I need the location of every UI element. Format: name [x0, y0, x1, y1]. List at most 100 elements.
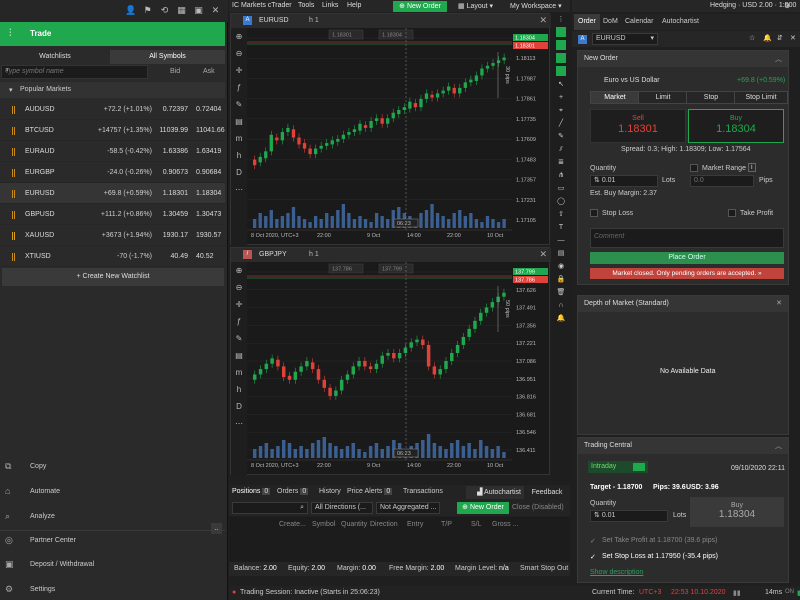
- d1-icon[interactable]: D: [231, 164, 247, 181]
- positions-search-input[interactable]: ⌕: [232, 502, 308, 514]
- market-row[interactable]: XTIUSD -70 (-1.7%) 40.49 40.52: [0, 246, 225, 267]
- order-symbol-select[interactable]: EURUSD ▾: [592, 33, 658, 45]
- tc-show-description[interactable]: Show description: [590, 569, 643, 576]
- tc-sl-check-icon[interactable]: ✓: [590, 553, 596, 561]
- positions-column-header[interactable]: Entry: [407, 521, 423, 528]
- lock-icon[interactable]: 🔒: [551, 273, 571, 286]
- market-ask[interactable]: 0.90684: [196, 169, 225, 176]
- chart-gbpjpy[interactable]: / GBPJPY h 1 ✕ ⊕ ⊖ ✛ ƒ ✎ ▤ m h D ⋯ 137.7…: [230, 247, 551, 476]
- market-row[interactable]: EURAUD -58.5 (-0.42%) 1.63386 1.63419: [0, 141, 225, 162]
- tc-tp-check-icon[interactable]: ✓: [590, 537, 596, 545]
- notification-icon[interactable]: ⚑: [142, 5, 153, 16]
- market-ask[interactable]: 40.52: [196, 253, 225, 260]
- search-input[interactable]: Type symbol name ⌕: [1, 65, 148, 79]
- zoom-in-icon[interactable]: ⊕: [231, 262, 247, 279]
- positions-tab[interactable]: Transactions: [403, 488, 443, 495]
- zoom-out-icon[interactable]: ⊖: [231, 45, 247, 62]
- drag-handle-icon[interactable]: [12, 127, 15, 135]
- nav-item[interactable]: ◎ Partner Center: [0, 530, 225, 552]
- drawing-icon[interactable]: ✎: [231, 330, 247, 347]
- line-icon[interactable]: ╱: [551, 117, 571, 130]
- green-square-icon[interactable]: [551, 65, 571, 78]
- positions-column-header[interactable]: T/P: [441, 521, 452, 528]
- market-bid[interactable]: 11039.99: [154, 127, 188, 134]
- pen-icon[interactable]: ✎: [551, 130, 571, 143]
- new-order-button[interactable]: ⊕ New Order: [457, 502, 509, 514]
- template-icon[interactable]: ▤: [231, 347, 247, 364]
- strip-top-icon[interactable]: ⋮: [551, 13, 571, 26]
- info-icon[interactable]: i: [748, 163, 756, 172]
- market-bid[interactable]: 0.72397: [154, 106, 188, 113]
- channel-icon[interactable]: ⫽: [551, 143, 571, 156]
- nav-item[interactable]: ⌕ Analyze: [0, 506, 225, 528]
- drawing-icon[interactable]: ✎: [231, 96, 247, 113]
- chart-symbol[interactable]: GBPJPY: [259, 251, 287, 258]
- user-icon[interactable]: 👤: [125, 5, 136, 16]
- sync-icon[interactable]: ⇵: [777, 34, 783, 42]
- more-icon[interactable]: ⋯: [231, 181, 247, 198]
- chart-link-badge[interactable]: /: [243, 250, 252, 259]
- market-bid[interactable]: 1930.17: [154, 232, 188, 239]
- take-profit-checkbox[interactable]: [728, 209, 736, 217]
- close-icon[interactable]: ✕: [776, 299, 782, 307]
- positions-column-header[interactable]: Gross ...: [492, 521, 518, 528]
- tc-quantity-input[interactable]: ⇅ 0.01: [590, 510, 668, 522]
- new-order-header[interactable]: New Order ︿: [578, 51, 788, 67]
- pitchfork-icon[interactable]: ⋔: [551, 169, 571, 182]
- tc-period[interactable]: Intraday: [588, 461, 648, 473]
- sell-button[interactable]: Sell 1.18301: [590, 109, 686, 143]
- market-ask[interactable]: 0.72404: [196, 106, 225, 113]
- grid-icon[interactable]: ▦: [176, 5, 187, 16]
- pointer-icon[interactable]: ↖: [551, 78, 571, 91]
- bell-icon[interactable]: 🔔: [763, 34, 772, 42]
- drag-handle-icon[interactable]: [12, 232, 15, 240]
- market-row[interactable]: XAUUSD +3673 (+1.94%) 1930.17 1930.57: [0, 225, 225, 246]
- green-square-icon[interactable]: [551, 39, 571, 52]
- green-square-icon[interactable]: [551, 26, 571, 39]
- positions-tab[interactable]: Price Alerts 0: [347, 488, 393, 495]
- market-bid[interactable]: 1.18301: [154, 190, 188, 197]
- tab-dom[interactable]: DoM: [599, 14, 622, 30]
- stop-loss-checkbox[interactable]: [590, 209, 598, 217]
- m1-icon[interactable]: m: [231, 364, 247, 381]
- order-type-stop[interactable]: Stop: [686, 91, 736, 104]
- tab-order[interactable]: Order: [574, 14, 600, 30]
- indicator-icon[interactable]: ƒ: [231, 313, 247, 330]
- zoom-in-icon[interactable]: ⊕: [231, 28, 247, 45]
- m1-icon[interactable]: m: [231, 130, 247, 147]
- chart-plot[interactable]: 137.761137.626137.491137.356137.221137.0…: [247, 262, 550, 476]
- positions-tab[interactable]: Orders 0: [277, 488, 309, 495]
- chart-timeframe[interactable]: h 1: [309, 17, 319, 24]
- menu-help[interactable]: Help: [347, 2, 361, 9]
- cross-icon[interactable]: ⌖: [551, 104, 571, 117]
- settings-icon[interactable]: ⚙: [784, 2, 790, 10]
- positions-tab[interactable]: Positions 0: [232, 488, 271, 495]
- market-row[interactable]: EURGBP -24.0 (-0.26%) 0.90673 0.90684: [0, 162, 225, 183]
- positions-column-header[interactable]: Quantity: [341, 521, 367, 528]
- positions-column-header[interactable]: Create...: [279, 521, 306, 528]
- market-bid[interactable]: 1.63386: [154, 148, 188, 155]
- buy-button[interactable]: Buy 1.18304: [688, 109, 784, 143]
- nav-item[interactable]: ⧉ Copy: [0, 456, 225, 478]
- feedback-button[interactable]: Feedback: [525, 486, 569, 499]
- chart-eurusd[interactable]: A EURUSD h 1 ✕ ⊕ ⊖ ✛ ƒ ✎ ▤ m h D ⋯ 1.182…: [230, 13, 551, 246]
- tab-watchlists[interactable]: Watchlists: [0, 50, 110, 64]
- link-badge[interactable]: A: [578, 35, 587, 44]
- h1-icon[interactable]: h: [231, 147, 247, 164]
- close-icon[interactable]: ✕: [210, 5, 221, 16]
- positions-column-header[interactable]: S/L: [471, 521, 482, 528]
- market-bid[interactable]: 40.49: [154, 253, 188, 260]
- autochartist-button[interactable]: ▟ Autochartist: [466, 486, 524, 499]
- chart-symbol[interactable]: EURUSD: [259, 17, 289, 24]
- menu-workspace[interactable]: My Workspace ▾: [510, 2, 562, 10]
- positions-column-header[interactable]: Symbol: [312, 521, 335, 528]
- delete-icon[interactable]: 🗑: [551, 286, 571, 299]
- drag-handle-icon[interactable]: [12, 148, 15, 156]
- market-ask[interactable]: 1.63419: [196, 148, 225, 155]
- chart-close-icon[interactable]: ✕: [539, 15, 547, 26]
- nav-item[interactable]: ⌂ Automate: [0, 481, 225, 503]
- tab-autochartist[interactable]: Autochartist: [658, 14, 703, 30]
- more-icon[interactable]: ⋯: [231, 415, 247, 432]
- drag-handle-icon[interactable]: [12, 106, 15, 114]
- drag-handle-icon[interactable]: [12, 253, 15, 261]
